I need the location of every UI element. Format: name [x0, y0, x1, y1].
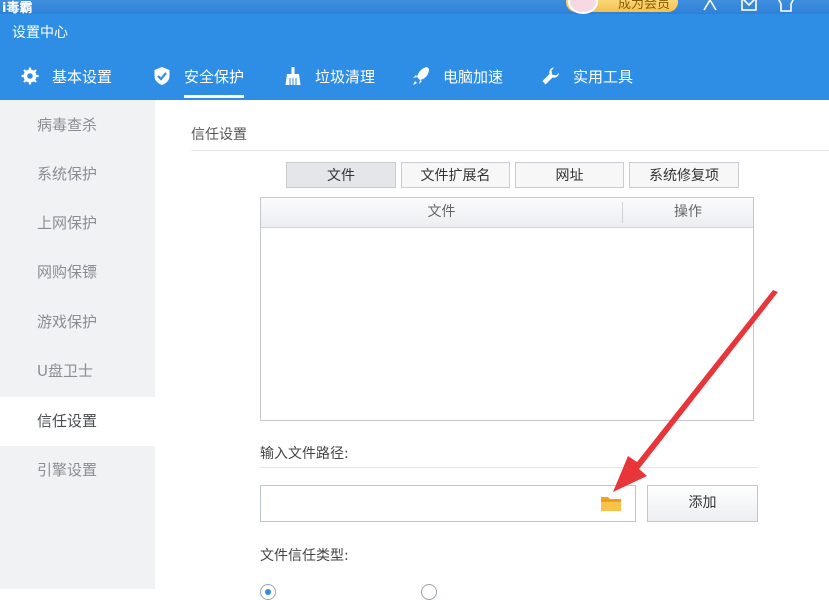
sidebar-item-usb-guard[interactable]: U盘卫士	[0, 347, 155, 396]
avatar	[568, 0, 598, 14]
sidebar-item-system-protect[interactable]: 系统保护	[0, 150, 155, 199]
tab-label: 实用工具	[573, 67, 634, 86]
tab-url[interactable]: 网址	[515, 162, 624, 188]
shield-check-icon	[152, 66, 172, 86]
tab-utilities[interactable]: 实用工具	[541, 58, 633, 94]
sidebar-item-game-protect[interactable]: 游戏保护	[0, 298, 155, 347]
window-title: 设置中心	[12, 25, 68, 41]
app-name: i毒霸	[2, 1, 33, 14]
tab-file[interactable]: 文件	[286, 162, 396, 188]
trust-type-radio-path[interactable]	[260, 584, 276, 600]
tab-label: 安全保护	[184, 67, 245, 86]
trust-type-label: 文件信任类型:	[260, 548, 349, 564]
add-button[interactable]: 添加	[647, 485, 758, 522]
tab-junk-clean[interactable]: 垃圾清理	[283, 58, 375, 94]
sidebar-item-virus-scan[interactable]: 病毒查杀	[0, 101, 155, 150]
main-nav: 基本设置 安全保护 垃圾清理 电脑加速 实用工具	[0, 58, 829, 100]
tab-label: 基本设置	[52, 67, 113, 86]
header: 设置中心 基本设置 安全保护 垃圾清理 电脑加速 实用工具	[0, 14, 829, 100]
tab-label: 电脑加速	[443, 67, 504, 86]
title-bar: i毒霸 成为会员	[0, 0, 829, 14]
broom-icon	[283, 66, 303, 86]
sidebar-item-web-protect[interactable]: 上网保护	[0, 199, 155, 248]
sidebar-item-trust-settings[interactable]: 信任设置	[0, 397, 155, 446]
tab-security[interactable]: 安全保护	[152, 58, 245, 98]
divider	[260, 467, 758, 468]
path-label: 输入文件路径:	[260, 446, 349, 462]
column-header-file[interactable]: 文件	[261, 198, 622, 227]
tab-speed-up[interactable]: 电脑加速	[411, 58, 503, 94]
vip-button[interactable]: 成为会员	[566, 0, 678, 14]
tab-file-extension[interactable]: 文件扩展名	[401, 162, 510, 188]
page-title: 信任设置	[191, 127, 247, 143]
sidebar-item-engine-settings[interactable]: 引擎设置	[0, 446, 155, 495]
vip-label: 成为会员	[617, 0, 670, 12]
tab-label: 垃圾清理	[315, 67, 376, 86]
user-icon[interactable]	[702, 0, 718, 14]
divider	[191, 150, 829, 151]
column-header-action[interactable]: 操作	[623, 198, 753, 227]
trust-list-table[interactable]: 文件 操作	[260, 197, 754, 421]
feedback-icon[interactable]	[740, 0, 758, 14]
tab-basic-settings[interactable]: 基本设置	[20, 58, 112, 94]
table-header: 文件 操作	[261, 198, 753, 228]
file-path-input[interactable]	[260, 485, 636, 522]
folder-icon[interactable]	[600, 494, 622, 512]
sidebar-item-shopping-guard[interactable]: 网购保镖	[0, 248, 155, 297]
trust-type-radio-hash[interactable]	[421, 584, 437, 600]
tab-system-repair[interactable]: 系统修复项	[629, 162, 739, 188]
rocket-icon	[411, 66, 431, 86]
wrench-icon	[541, 66, 561, 86]
sidebar: 病毒查杀 系统保护 上网保护 网购保镖 游戏保护 U盘卫士 信任设置 引擎设置	[0, 100, 155, 589]
skin-icon[interactable]	[776, 0, 796, 14]
gear-icon	[20, 66, 40, 86]
